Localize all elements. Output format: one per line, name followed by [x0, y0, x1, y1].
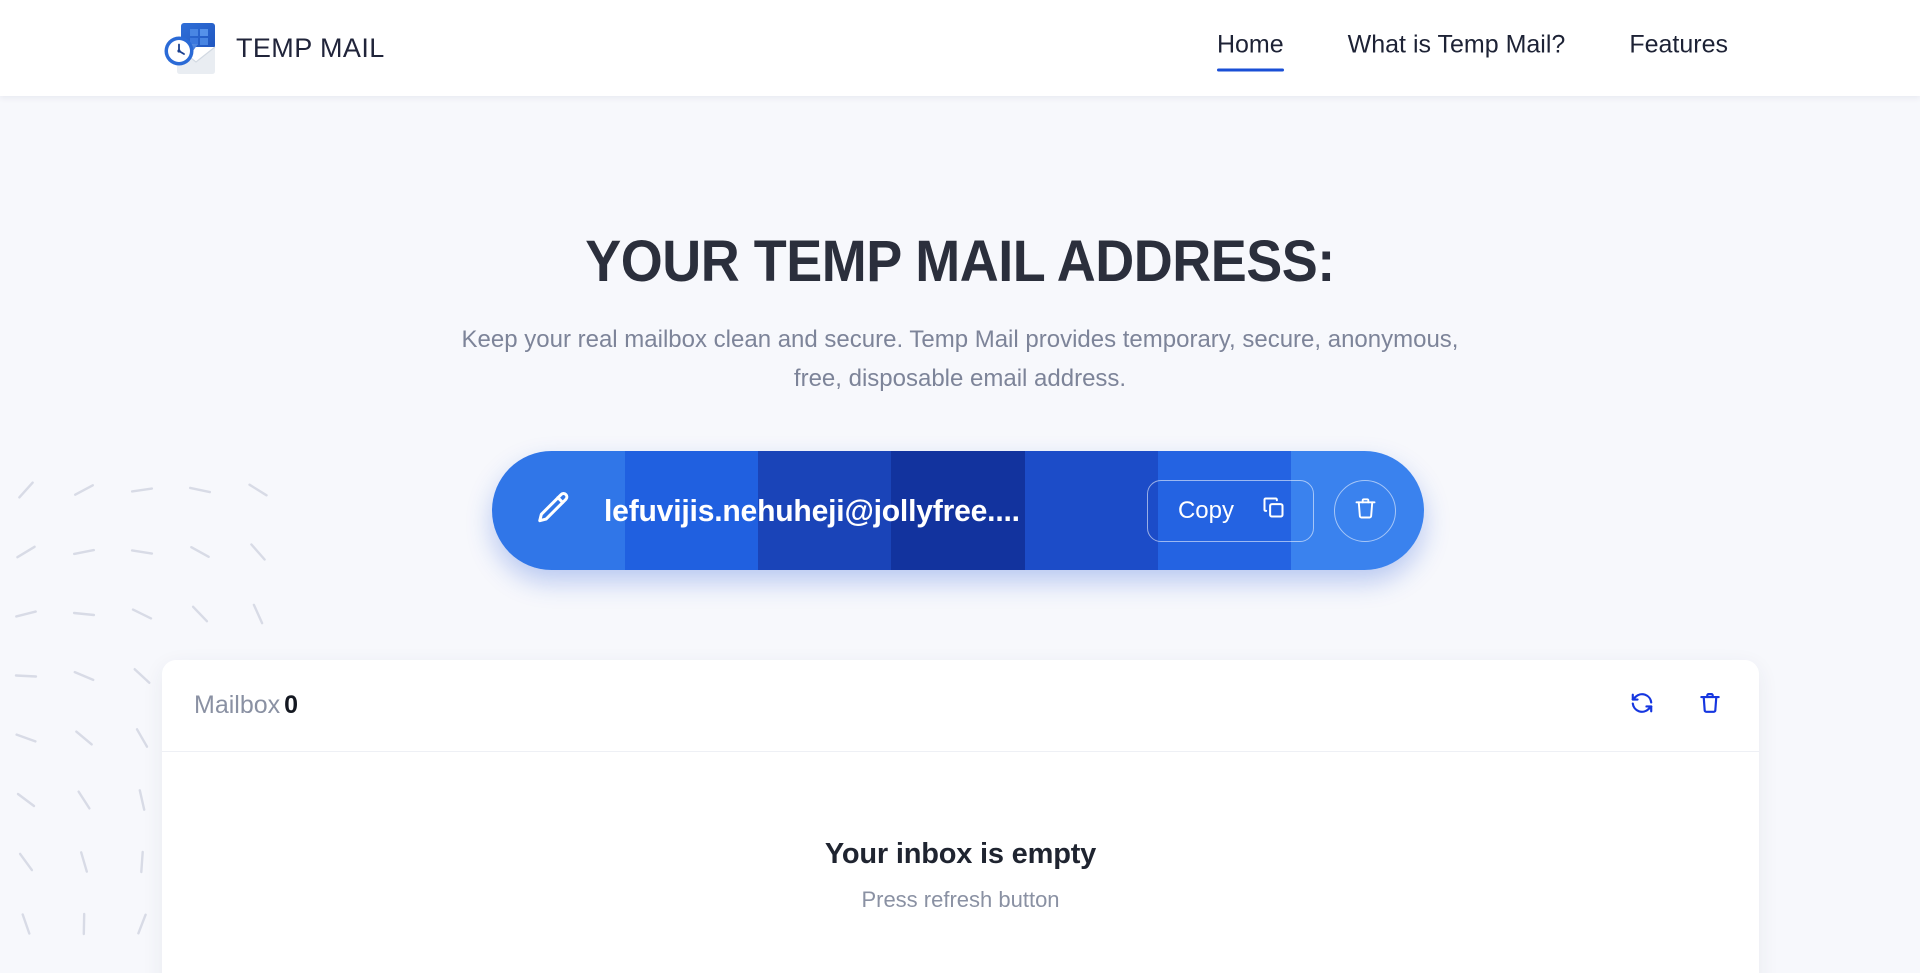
nav-item-home[interactable]: Home	[1185, 25, 1316, 72]
hero-subtitle: Keep your real mailbox clean and secure.…	[461, 325, 1459, 392]
decorative-dash	[15, 610, 37, 618]
copy-icon	[1260, 494, 1287, 528]
decorative-dash	[188, 486, 212, 494]
edit-address-button[interactable]	[526, 483, 582, 539]
mailbox-title-text: Mailbox	[194, 691, 281, 719]
mailbox-label: Mailbox 0	[194, 691, 298, 720]
decorative-dash	[133, 667, 151, 685]
decorative-dash	[21, 913, 31, 935]
decorative-dash	[77, 790, 91, 810]
decorative-dash	[252, 603, 264, 625]
decorative-dash	[130, 487, 154, 493]
empty-inbox-title: Your inbox is empty	[824, 838, 1097, 870]
decorative-dash	[190, 545, 210, 559]
decorative-dash	[72, 611, 96, 617]
decorative-dash	[73, 670, 95, 682]
decorative-dash	[16, 792, 36, 808]
decorative-dash	[135, 728, 149, 748]
envelope-clock-icon	[160, 19, 222, 77]
decorative-dash	[250, 543, 266, 561]
hero-section: YOUR TEMP MAIL ADDRESS: Keep your real m…	[0, 96, 1920, 398]
mailbox-actions	[1629, 690, 1723, 721]
trash-icon	[1697, 690, 1723, 721]
decorative-dash	[248, 483, 268, 497]
site-header: TEMP MAIL Home What is Temp Mail? Featur…	[0, 0, 1920, 96]
brand-name: TEMP MAIL	[236, 32, 385, 63]
email-address-text[interactable]: lefuvijis.nehuheji@jollyfree....	[604, 493, 1131, 529]
nav-item-what-is-temp-mail[interactable]: What is Temp Mail?	[1316, 25, 1598, 72]
decorative-dash	[79, 851, 89, 873]
refresh-button[interactable]	[1629, 690, 1655, 721]
decorative-dash	[75, 730, 93, 746]
decorative-dash	[72, 548, 96, 556]
brand-logo-link[interactable]: TEMP MAIL	[160, 19, 385, 77]
empty-inbox-state: Your inbox is empty Press refresh button	[162, 752, 1759, 913]
mailbox-card: Mailbox 0 Your inbox is empty Press refr…	[162, 660, 1759, 973]
copy-button[interactable]: Copy	[1146, 479, 1314, 542]
mailbox-header: Mailbox 0	[162, 660, 1759, 752]
decorative-dash	[14, 674, 38, 678]
decorative-dash	[73, 484, 95, 496]
decorative-dash	[138, 789, 146, 811]
empty-inbox-subtitle: Press refresh button	[861, 887, 1060, 912]
nav-item-features[interactable]: Features	[1597, 25, 1760, 72]
mailbox-count: 0	[284, 691, 299, 719]
refresh-icon	[1629, 690, 1655, 721]
trash-icon	[1352, 495, 1379, 527]
decorative-dash	[131, 608, 153, 620]
decorative-dash	[137, 913, 147, 935]
decorative-dash	[130, 549, 154, 555]
delete-all-messages-button[interactable]	[1697, 690, 1723, 721]
delete-address-button[interactable]	[1334, 479, 1396, 542]
decorative-dash	[15, 733, 37, 743]
decorative-dash	[18, 852, 34, 872]
copy-button-label: Copy	[1177, 496, 1234, 524]
temp-email-address-bar: lefuvijis.nehuheji@jollyfree.... Copy	[492, 451, 1424, 570]
page-title: YOUR TEMP MAIL ADDRESS:	[585, 229, 1335, 294]
pencil-icon	[535, 489, 573, 532]
decorative-dash	[140, 850, 144, 874]
decorative-dash	[16, 545, 36, 559]
main-navigation: Home What is Temp Mail? Features	[1185, 25, 1760, 72]
decorative-dash	[191, 605, 209, 623]
decorative-dash	[18, 481, 34, 499]
